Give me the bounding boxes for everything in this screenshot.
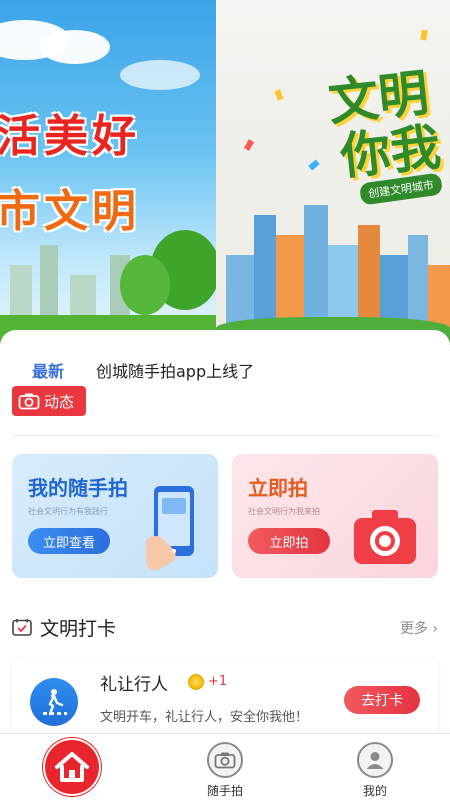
pedestrian-crossing-icon bbox=[30, 678, 78, 726]
tree-decoration bbox=[120, 255, 170, 315]
confetti-decoration bbox=[308, 159, 320, 171]
camera-icon bbox=[207, 742, 243, 778]
news-headline[interactable]: 创城随手拍app上线了 bbox=[96, 358, 254, 382]
shoot-now-button[interactable]: 立即拍 bbox=[248, 528, 330, 554]
confetti-decoration bbox=[243, 139, 255, 151]
shoot-now-title: 立即拍 bbox=[248, 476, 308, 500]
shoot-now-subtitle: 社会文明行为我来拍 bbox=[248, 507, 320, 516]
checkin-button[interactable]: 去打卡 bbox=[344, 686, 420, 714]
my-photos-title: 我的随手拍 bbox=[28, 476, 128, 500]
calendar-check-icon bbox=[12, 619, 32, 636]
tab-mine[interactable]: 我的 bbox=[300, 734, 450, 800]
home-icon bbox=[45, 740, 99, 794]
home-content: 最新 创城随手拍app上线了 动态 我的随手拍 社会文明行为有我践行 立即查看 … bbox=[0, 330, 450, 748]
cloud-decoration bbox=[40, 30, 110, 64]
confetti-decoration bbox=[420, 29, 428, 41]
building-decoration bbox=[40, 245, 58, 325]
banner-slide-civilized-life[interactable]: 活美好 市文明 bbox=[0, 0, 216, 345]
more-link-label: 更多 bbox=[399, 621, 428, 637]
section-title: 文明打卡 bbox=[40, 618, 117, 640]
camera-icon bbox=[354, 510, 416, 564]
bottom-tab-bar: 随手拍 我的 bbox=[0, 733, 450, 800]
camera-icon bbox=[18, 393, 40, 410]
news-dynamic-badge[interactable]: 动态 bbox=[12, 386, 86, 416]
shoot-now-card[interactable]: 立即拍 社会文明行为我来拍 立即拍 bbox=[232, 454, 438, 578]
banner-slide-create-civilized-city[interactable]: 文明 你我 创建文明城市 bbox=[216, 0, 450, 345]
news-label: 最新 bbox=[32, 362, 65, 381]
banner-slogan-line2: 市文明 bbox=[0, 186, 140, 237]
my-photos-card[interactable]: 我的随手拍 社会文明行为有我践行 立即查看 bbox=[12, 454, 218, 578]
checkin-title: 礼让行人 bbox=[100, 675, 168, 695]
banner-slogan-line1: 活美好 bbox=[0, 111, 140, 162]
view-now-button[interactable]: 立即查看 bbox=[28, 528, 110, 554]
phone-hand-icon bbox=[146, 486, 194, 571]
chevron-right-icon: › bbox=[427, 621, 438, 637]
my-photos-subtitle: 社会文明行为有我践行 bbox=[28, 507, 108, 516]
checkin-points: +1 bbox=[208, 674, 228, 689]
banner-carousel[interactable]: 活美好 市文明 文明 你我 创建文明城市 bbox=[0, 0, 450, 345]
news-badge-label: 动态 bbox=[44, 392, 75, 411]
more-link[interactable]: 更多 › bbox=[400, 618, 438, 638]
user-icon bbox=[357, 742, 393, 778]
checkin-description: 文明开车，礼让行人，安全你我他！ bbox=[100, 710, 309, 725]
tab-mine-label: 我的 bbox=[362, 784, 387, 798]
checkin-section-header: 文明打卡 更多 › bbox=[12, 612, 438, 640]
tab-home[interactable] bbox=[0, 734, 150, 800]
tab-snapshot-label: 随手拍 bbox=[206, 784, 243, 798]
coin-icon bbox=[188, 674, 204, 690]
tab-snapshot[interactable]: 随手拍 bbox=[150, 734, 300, 800]
news-ticker[interactable]: 最新 创城随手拍app上线了 动态 bbox=[12, 350, 438, 436]
confetti-decoration bbox=[274, 89, 284, 101]
cloud-decoration bbox=[120, 60, 200, 90]
